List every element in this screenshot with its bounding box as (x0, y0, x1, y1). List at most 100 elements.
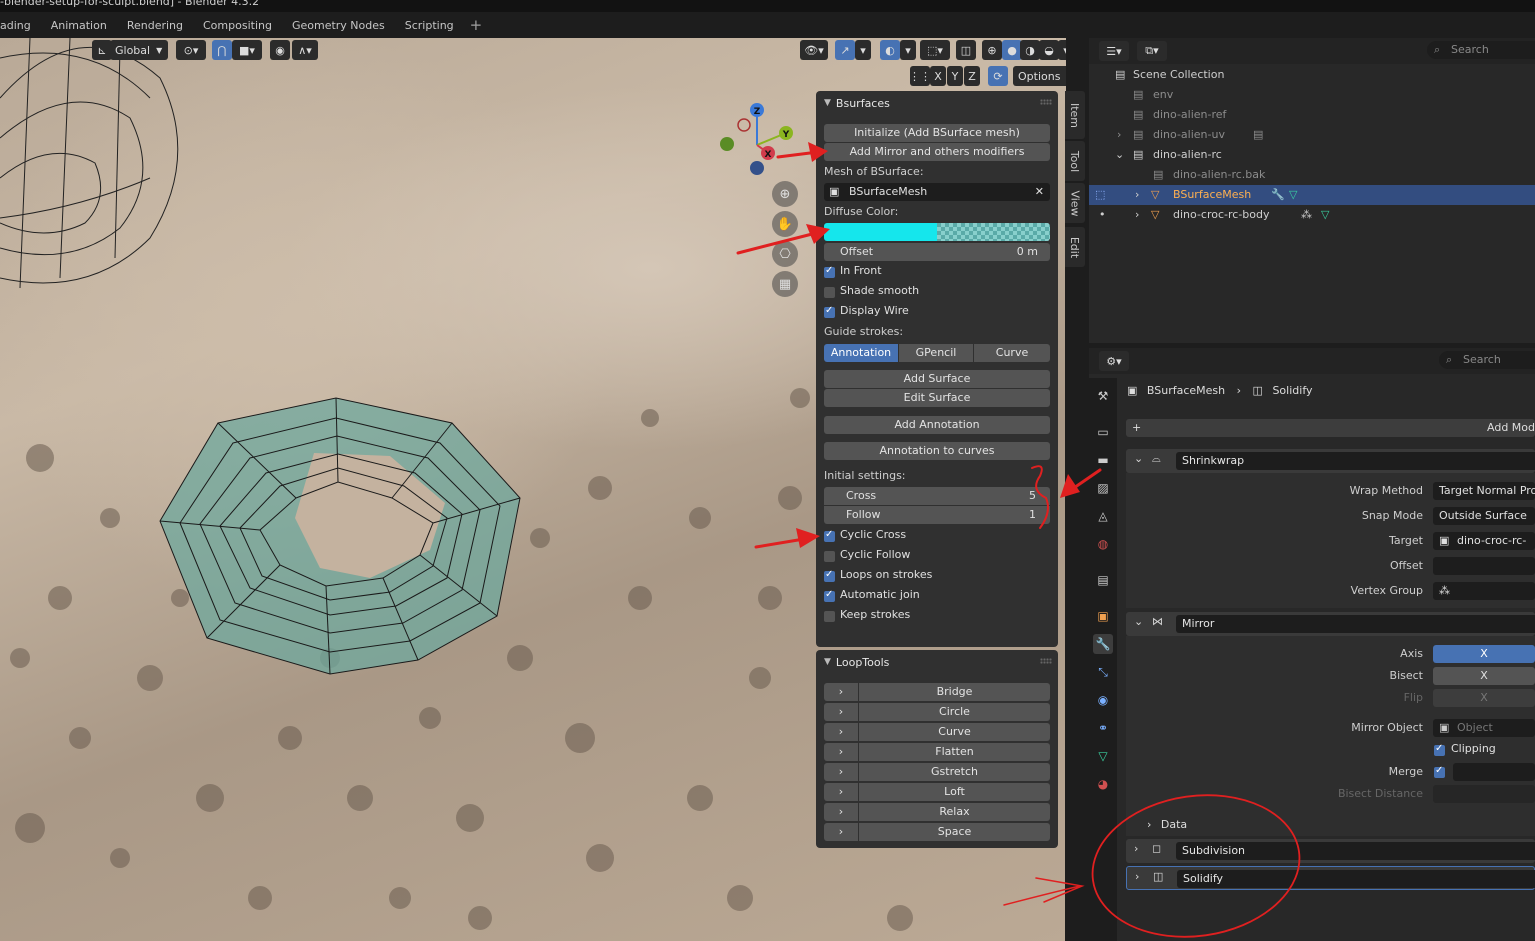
constraints-icon[interactable]: ⚭ (1093, 718, 1113, 738)
vertex-groups-icon[interactable]: ⁂ (1301, 205, 1312, 225)
filter-icon[interactable]: ⧉▾ (1137, 41, 1167, 61)
cyclic-follow-checkbox[interactable] (824, 551, 835, 562)
add-modifier-button[interactable]: + Add Mod (1126, 419, 1535, 437)
3d-viewport[interactable]: ⊾ Global ▼ ⊙▾ ⋂ ■▾ ◉ ∧▾ 👁▾ ↗ ▾ ◐ ▾ ⬚▾ ◫ … (0, 38, 1066, 941)
gizmo-toggle-icon[interactable]: ↗ (835, 40, 855, 60)
proportional-edit-icon[interactable]: ◉ (270, 40, 290, 60)
add-mirror-modifiers-button[interactable]: Add Mirror and others modifiers (824, 143, 1050, 161)
chevron-right-icon[interactable]: › (824, 763, 858, 781)
mesh-data-icon[interactable]: ▽ (1321, 205, 1329, 225)
bsurfaces-header[interactable]: ▼ Bsurfaces (816, 91, 1058, 115)
solid-shading-icon[interactable]: ● (1002, 40, 1022, 60)
properties-search-input[interactable]: ⌕ Search (1439, 351, 1535, 369)
display-mode-icon[interactable]: ☰▾ (1099, 41, 1129, 61)
drag-grip-icon[interactable] (1040, 658, 1052, 664)
chevron-right-icon[interactable]: › (824, 703, 858, 721)
looptools-bridge-button[interactable]: Bridge (859, 683, 1050, 701)
scene-icon[interactable]: ◬ (1093, 506, 1113, 526)
outliner-row-scene-collection[interactable]: ▤ Scene Collection (1089, 65, 1535, 85)
outliner-row-dino-alien-ref[interactable]: ▤ dino-alien-ref (1089, 105, 1535, 125)
shade-smooth-checkbox[interactable] (824, 287, 835, 298)
mirror-x-toggle[interactable]: X (930, 66, 946, 86)
merge-distance-field[interactable] (1453, 763, 1535, 781)
mesh-data-icon[interactable]: ▽ (1289, 185, 1297, 205)
chevron-right-icon[interactable]: › (1134, 842, 1138, 855)
looptools-flatten-button[interactable]: Flatten (859, 743, 1050, 761)
sidebar-tab-tool[interactable]: Tool (1065, 141, 1085, 181)
shading-dropdown-icon[interactable]: ▾ (1058, 40, 1066, 60)
chevron-down-icon[interactable]: ⌄ (1134, 452, 1143, 465)
auto-merge-icon[interactable]: ⟳ (988, 66, 1008, 86)
chevron-right-icon[interactable]: › (824, 683, 858, 701)
chevron-right-icon[interactable]: › (1135, 870, 1139, 883)
subdivision-name-field[interactable]: Subdivision (1176, 842, 1535, 860)
snap-magnet-icon[interactable]: ⋂ (212, 40, 232, 60)
sidebar-tab-item[interactable]: Item (1065, 91, 1085, 139)
tool-settings-icon[interactable]: ⚒ (1093, 386, 1113, 406)
clear-icon[interactable]: ✕ (1035, 183, 1044, 201)
flip-x-toggle[interactable]: X (1433, 689, 1535, 707)
mirror-object-field[interactable]: ▣ Object (1433, 719, 1535, 737)
tab-geometry-nodes[interactable]: Geometry Nodes (282, 12, 395, 38)
wrap-method-dropdown[interactable]: Target Normal Pro (1433, 482, 1535, 500)
cyclic-cross-checkbox[interactable] (824, 529, 835, 542)
chevron-right-icon[interactable]: › (1117, 125, 1121, 145)
chevron-right-icon[interactable]: › (824, 723, 858, 741)
diffuse-color-swatch[interactable] (824, 223, 1050, 241)
world-icon[interactable]: ◍ (1093, 534, 1113, 554)
looptools-circle-button[interactable]: Circle (859, 703, 1050, 721)
outliner-row-dino-alien-uv[interactable]: › ▤ dino-alien-uv ▤ (1089, 125, 1535, 145)
automatic-join-checkbox[interactable] (824, 589, 835, 602)
add-workspace-icon[interactable]: + (464, 12, 489, 38)
chevron-down-icon[interactable]: ⌄ (1134, 615, 1143, 628)
snap-mode-dropdown[interactable]: Outside Surface (1433, 507, 1535, 525)
outliner-row-dino-alien-rc[interactable]: ⌄ ▤ dino-alien-rc (1089, 145, 1535, 165)
pivot-point-icon[interactable]: ⊙▾ (176, 40, 206, 60)
overlay-toggle-icon[interactable]: ◐ (880, 40, 900, 60)
mirror-y-toggle[interactable]: Y (947, 66, 963, 86)
physics-icon[interactable]: ◉ (1093, 690, 1113, 710)
clipping-checkbox[interactable] (1434, 743, 1445, 756)
collection-icon[interactable]: ▤ (1093, 570, 1113, 590)
outliner-row-dino-croc-rc-body[interactable]: • › ▽ dino-croc-rc-body ⁂ ▽ (1089, 205, 1535, 225)
material-icon[interactable]: ◕ (1093, 774, 1113, 794)
tab-shading[interactable]: ading (0, 12, 41, 38)
mirror-modifier-header[interactable]: ⌄ ⋈ Mirror (1126, 612, 1535, 636)
rendered-shading-icon[interactable]: ◒ (1039, 40, 1059, 60)
guide-gpencil-option[interactable]: GPencil (899, 344, 973, 362)
xray-toggle-icon[interactable]: ◫ (956, 40, 976, 60)
annotation-to-curves-button[interactable]: Annotation to curves (824, 442, 1050, 460)
transform-orientation-icon[interactable]: ⊾ (92, 40, 112, 60)
guide-curve-option[interactable]: Curve (974, 344, 1050, 362)
tab-animation[interactable]: Animation (41, 12, 117, 38)
particles-icon[interactable]: ⤡ (1093, 662, 1113, 682)
tab-rendering[interactable]: Rendering (117, 12, 193, 38)
bisect-distance-field[interactable] (1433, 785, 1535, 803)
outliner-row-bsurfacemesh[interactable]: ⬚ › ▽ BSurfaceMesh 🔧 ▽ (1089, 185, 1535, 205)
tab-compositing[interactable]: Compositing (193, 12, 282, 38)
follow-field[interactable]: Follow 1 (824, 506, 1050, 524)
overlay-dropdown-icon[interactable]: ▾ (900, 40, 916, 60)
guide-annotation-option[interactable]: Annotation (824, 344, 898, 362)
in-front-checkbox[interactable] (824, 265, 835, 278)
offset-field[interactable]: Offset 0 m (824, 243, 1050, 261)
display-wire-checkbox[interactable] (824, 305, 835, 318)
subdivision-modifier-header[interactable]: › ◻ Subdivision (1126, 839, 1535, 863)
mesh-edit-overlay-icon[interactable]: ⬚▾ (920, 40, 950, 60)
loops-on-strokes-checkbox[interactable] (824, 569, 835, 582)
render-icon[interactable]: ▭ (1093, 422, 1113, 442)
orientation-dropdown[interactable]: Global ▼ (110, 40, 168, 60)
target-field[interactable]: ▣ dino-croc-rc- (1433, 532, 1535, 550)
snap-target-icon[interactable]: ■▾ (232, 40, 262, 60)
looptools-relax-button[interactable]: Relax (859, 803, 1050, 821)
view-layer-icon[interactable]: ▨ (1093, 478, 1113, 498)
chevron-down-icon[interactable]: ⌄ (1115, 145, 1124, 165)
pan-hand-icon[interactable]: ✋ (772, 211, 798, 237)
looptools-curve-button[interactable]: Curve (859, 723, 1050, 741)
merge-checkbox[interactable] (1434, 765, 1445, 778)
wireframe-shading-icon[interactable]: ⊕ (982, 40, 1002, 60)
mirror-z-toggle[interactable]: Z (964, 66, 980, 86)
looptools-space-button[interactable]: Space (859, 823, 1050, 841)
material-shading-icon[interactable]: ◑ (1020, 40, 1040, 60)
output-icon[interactable]: ▬ (1093, 450, 1113, 470)
